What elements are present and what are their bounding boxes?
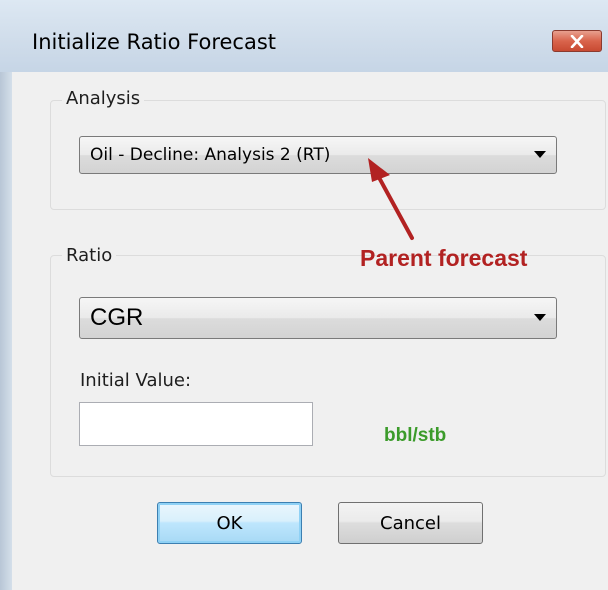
dialog-body: Analysis Oil - Decline: Analysis 2 (RT) … [12, 72, 608, 590]
unit-label: bbl/stb [384, 425, 447, 446]
close-button[interactable] [552, 30, 602, 52]
window-frame-left [0, 0, 12, 590]
ratio-dropdown-value: CGR [90, 304, 144, 331]
parent-forecast-annotation: Parent forecast [360, 245, 528, 271]
cancel-button-label: Cancel [380, 512, 441, 534]
analysis-group-label: Analysis [62, 88, 145, 109]
ok-button-label: OK [216, 512, 243, 534]
close-x-icon [570, 35, 584, 48]
initial-value-input[interactable] [79, 402, 313, 446]
chevron-down-icon [534, 314, 546, 321]
dialog-window: Initialize Ratio Forecast Analysis Oil -… [0, 0, 608, 590]
ratio-group-label: Ratio [62, 245, 117, 266]
ok-button[interactable]: OK [157, 502, 302, 544]
cancel-button[interactable]: Cancel [338, 502, 483, 544]
analysis-dropdown[interactable]: Oil - Decline: Analysis 2 (RT) [79, 136, 557, 174]
title-bar[interactable]: Initialize Ratio Forecast [0, 0, 608, 72]
chevron-down-icon [534, 151, 546, 158]
dialog-title: Initialize Ratio Forecast [32, 30, 277, 54]
analysis-dropdown-value: Oil - Decline: Analysis 2 (RT) [90, 145, 331, 165]
ratio-dropdown[interactable]: CGR [79, 297, 557, 339]
initial-value-label: Initial Value: [80, 370, 192, 391]
